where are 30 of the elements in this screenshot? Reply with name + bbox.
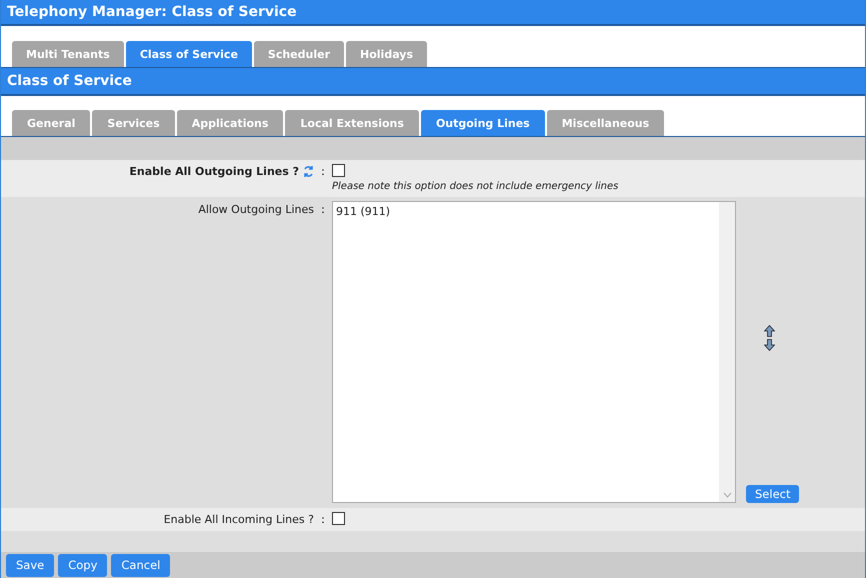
tab[interactable]: Miscellaneous [546, 110, 664, 136]
select-button[interactable]: Select [746, 485, 800, 503]
action-button[interactable]: Cancel [111, 554, 170, 576]
action-button[interactable]: Copy [58, 554, 108, 576]
field-label: Enable All Outgoing Lines ? [129, 164, 299, 178]
list-item[interactable]: 911 (911) [336, 205, 716, 218]
checkbox[interactable] [332, 512, 345, 525]
separator: : [321, 164, 325, 179]
tab[interactable]: Holidays [346, 41, 427, 67]
tab[interactable]: General [12, 110, 90, 136]
section-title: Class of Service [7, 73, 132, 89]
separator: : [321, 512, 325, 527]
tab[interactable]: Scheduler [254, 41, 344, 67]
refresh-icon[interactable] [303, 164, 314, 178]
list-box[interactable]: 911 (911) [332, 201, 736, 503]
tab[interactable]: Applications [176, 110, 284, 136]
tab[interactable]: Outgoing Lines [420, 110, 545, 136]
tab[interactable]: Services [92, 110, 175, 136]
tab[interactable]: Class of Service [126, 41, 252, 67]
up-arrow-icon[interactable] [764, 325, 775, 337]
window-title: Telephony Manager: Class of Service [7, 4, 297, 20]
separator: : [321, 202, 325, 217]
field-label: Enable All Incoming Lines ? [164, 512, 314, 526]
action-button[interactable]: Save [6, 554, 54, 576]
tab[interactable]: Local Extensions [285, 110, 419, 136]
checkbox[interactable] [332, 164, 345, 177]
field-label: Allow Outgoing Lines [198, 202, 314, 216]
down-arrow-icon[interactable] [764, 339, 775, 351]
note-text: Please note this option does not include emergency lines [332, 181, 620, 192]
tab[interactable]: Multi Tenants [12, 41, 124, 67]
